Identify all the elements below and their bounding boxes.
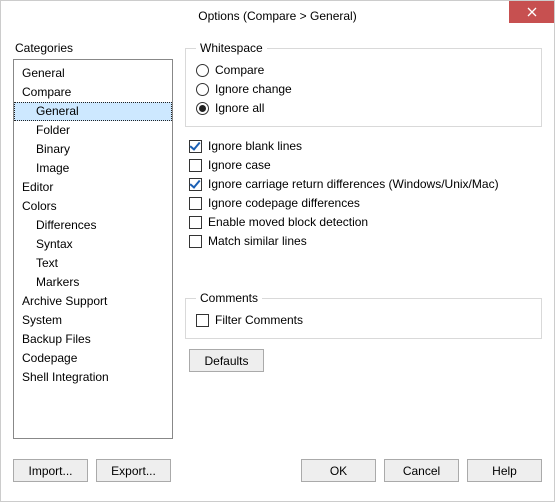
checkbox-icon[interactable] bbox=[189, 197, 202, 210]
settings-panel: Whitespace Compare Ignore change Ignore al… bbox=[185, 41, 542, 449]
checkbox-icon[interactable] bbox=[189, 216, 202, 229]
comments-group: Comments Filter Comments bbox=[185, 291, 542, 339]
tree-item[interactable]: Folder bbox=[14, 121, 172, 140]
tree-item[interactable]: General bbox=[14, 102, 172, 121]
radio-label: Ignore all bbox=[215, 100, 264, 117]
checkbox-label: Enable moved block detection bbox=[208, 214, 368, 231]
close-icon bbox=[527, 7, 537, 17]
whitespace-option[interactable]: Ignore all bbox=[196, 99, 531, 118]
tree-item[interactable]: Text bbox=[14, 254, 172, 273]
option-checkbox-row[interactable]: Ignore codepage differences bbox=[189, 194, 542, 213]
categories-tree[interactable]: GeneralCompareGeneralFolderBinaryImageEd… bbox=[13, 59, 173, 439]
radio-label: Compare bbox=[215, 62, 264, 79]
content-area: Categories GeneralCompareGeneralFolderBi… bbox=[1, 31, 554, 449]
option-checkbox-row[interactable]: Ignore carriage return differences (Wind… bbox=[189, 175, 542, 194]
tree-item[interactable]: Markers bbox=[14, 273, 172, 292]
radio-label: Ignore change bbox=[215, 81, 292, 98]
checkbox-icon[interactable] bbox=[189, 159, 202, 172]
titlebar: Options (Compare > General) bbox=[1, 1, 554, 31]
tree-item[interactable]: Compare bbox=[14, 83, 172, 102]
cancel-button[interactable]: Cancel bbox=[384, 459, 459, 482]
comments-legend: Comments bbox=[196, 291, 262, 305]
tree-item[interactable]: Codepage bbox=[14, 349, 172, 368]
ok-button[interactable]: OK bbox=[301, 459, 376, 482]
tree-item[interactable]: General bbox=[14, 64, 172, 83]
option-checkbox-row[interactable]: Ignore blank lines bbox=[189, 137, 542, 156]
radio-icon[interactable] bbox=[196, 64, 209, 77]
checkbox-label: Ignore case bbox=[208, 157, 271, 174]
whitespace-group: Whitespace Compare Ignore change Ignore al… bbox=[185, 41, 542, 127]
tree-item[interactable]: Shell Integration bbox=[14, 368, 172, 387]
checkbox-label: Ignore carriage return differences (Wind… bbox=[208, 176, 499, 193]
filter-comments-checkbox[interactable] bbox=[196, 314, 209, 327]
defaults-button[interactable]: Defaults bbox=[189, 349, 264, 372]
option-checkbox-row[interactable]: Enable moved block detection bbox=[189, 213, 542, 232]
import-button[interactable]: Import... bbox=[13, 459, 88, 482]
tree-item[interactable]: Editor bbox=[14, 178, 172, 197]
tree-item[interactable]: Differences bbox=[14, 216, 172, 235]
tree-item[interactable]: System bbox=[14, 311, 172, 330]
radio-icon[interactable] bbox=[196, 102, 209, 115]
categories-panel: Categories GeneralCompareGeneralFolderBi… bbox=[13, 41, 173, 449]
export-button[interactable]: Export... bbox=[96, 459, 171, 482]
help-button[interactable]: Help bbox=[467, 459, 542, 482]
filter-comments-label: Filter Comments bbox=[215, 312, 303, 329]
checkbox-label: Match similar lines bbox=[208, 233, 307, 250]
compare-options-list: Ignore blank lines Ignore case Ignore carr… bbox=[189, 137, 542, 251]
window-title: Options (Compare > General) bbox=[198, 9, 356, 23]
tree-item[interactable]: Binary bbox=[14, 140, 172, 159]
dialog-footer: Import... Export... OK Cancel Help bbox=[1, 449, 554, 494]
checkbox-label: Ignore codepage differences bbox=[208, 195, 360, 212]
close-button[interactable] bbox=[509, 1, 554, 23]
tree-item[interactable]: Colors bbox=[14, 197, 172, 216]
checkbox-icon[interactable] bbox=[189, 140, 202, 153]
tree-item[interactable]: Image bbox=[14, 159, 172, 178]
tree-item[interactable]: Archive Support bbox=[14, 292, 172, 311]
checkbox-icon[interactable] bbox=[189, 235, 202, 248]
tree-item[interactable]: Syntax bbox=[14, 235, 172, 254]
categories-label: Categories bbox=[15, 41, 173, 55]
option-checkbox-row[interactable]: Ignore case bbox=[189, 156, 542, 175]
whitespace-option[interactable]: Ignore change bbox=[196, 80, 531, 99]
checkbox-label: Ignore blank lines bbox=[208, 138, 302, 155]
checkbox-icon[interactable] bbox=[189, 178, 202, 191]
whitespace-option[interactable]: Compare bbox=[196, 61, 531, 80]
radio-icon[interactable] bbox=[196, 83, 209, 96]
whitespace-legend: Whitespace bbox=[196, 41, 267, 55]
filter-comments-row[interactable]: Filter Comments bbox=[196, 311, 531, 330]
option-checkbox-row[interactable]: Match similar lines bbox=[189, 232, 542, 251]
tree-item[interactable]: Backup Files bbox=[14, 330, 172, 349]
